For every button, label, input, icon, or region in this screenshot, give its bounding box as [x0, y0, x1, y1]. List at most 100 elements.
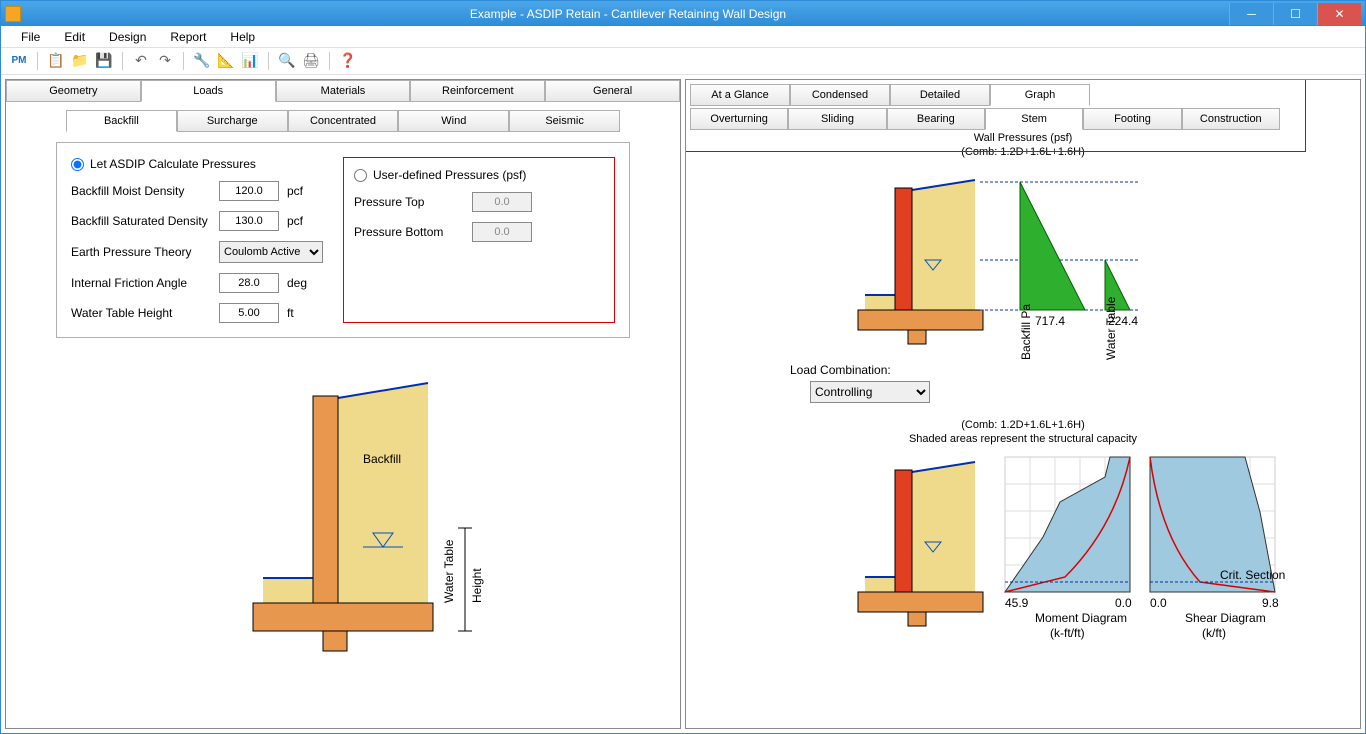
- wt-unit: ft: [287, 306, 294, 320]
- pbot-input: [472, 222, 532, 242]
- window-title: Example - ASDIP Retain - Cantilever Reta…: [27, 7, 1229, 21]
- svg-text:(k/ft): (k/ft): [1202, 626, 1226, 640]
- undo-icon[interactable]: ↶: [131, 51, 151, 71]
- sat-label: Backfill Saturated Density: [71, 214, 211, 228]
- svg-text:Shear Diagram: Shear Diagram: [1185, 611, 1266, 625]
- menu-help[interactable]: Help: [220, 28, 265, 46]
- tool2-icon[interactable]: 📐: [216, 51, 236, 71]
- svg-text:9.8: 9.8: [1262, 596, 1279, 610]
- redo-icon[interactable]: ↷: [155, 51, 175, 71]
- radio-user-defined[interactable]: User-defined Pressures (psf): [354, 168, 604, 182]
- backfill-panel: Let ASDIP Calculate Pressures Backfill M…: [56, 142, 630, 338]
- tab-glance[interactable]: At a Glance: [690, 84, 790, 106]
- svg-text:Crit. Section: Crit. Section: [1220, 568, 1285, 582]
- tab-loads[interactable]: Loads: [141, 80, 276, 102]
- help-icon[interactable]: ❓: [338, 51, 358, 71]
- comb2-label: (Comb: 1.2D+1.6L+1.6H): [690, 419, 1356, 431]
- menu-file[interactable]: File: [11, 28, 50, 46]
- fric-input[interactable]: [219, 273, 279, 293]
- app-icon: [5, 6, 21, 22]
- tab-bearing[interactable]: Bearing: [887, 108, 985, 130]
- print-icon[interactable]: 🖨: [301, 51, 321, 71]
- tab-general[interactable]: General: [545, 80, 680, 102]
- menu-bar: File Edit Design Report Help: [1, 26, 1365, 48]
- shaded-label: Shaded areas represent the structural ca…: [690, 433, 1356, 445]
- fric-label: Internal Friction Angle: [71, 276, 211, 290]
- moment-shear-graph: 45.9 0.0 Moment Diagram (k-ft/ft) Crit. …: [690, 447, 1310, 657]
- graph-comb: (Comb: 1.2D+1.6L+1.6H): [690, 146, 1356, 158]
- user-pressures-group: User-defined Pressures (psf) Pressure To…: [343, 157, 615, 323]
- radio-user-input[interactable]: [354, 169, 367, 182]
- ptop-input: [472, 192, 532, 212]
- svg-text:(k-ft/ft): (k-ft/ft): [1050, 626, 1085, 640]
- copy-icon[interactable]: 📋: [46, 51, 66, 71]
- fric-unit: deg: [287, 276, 307, 290]
- menu-report[interactable]: Report: [160, 28, 216, 46]
- title-bar: Example - ASDIP Retain - Cantilever Reta…: [1, 1, 1365, 26]
- subtab-seismic[interactable]: Seismic: [509, 110, 620, 132]
- svg-text:0.0: 0.0: [1115, 596, 1132, 610]
- loads-subtabs: Backfill Surcharge Concentrated Wind Sei…: [66, 110, 620, 132]
- tab-condensed[interactable]: Condensed: [790, 84, 890, 106]
- search-icon[interactable]: 🔍: [277, 51, 297, 71]
- pbot-label: Pressure Bottom: [354, 225, 464, 239]
- radio-asdip-calc[interactable]: Let ASDIP Calculate Pressures: [71, 157, 323, 171]
- tool3-icon[interactable]: 📊: [240, 51, 260, 71]
- tab-geometry[interactable]: Geometry: [6, 80, 141, 102]
- right-sub-tabs: Overturning Sliding Bearing Stem Footing…: [690, 108, 1280, 130]
- radio-asdip-input[interactable]: [71, 158, 84, 171]
- theory-label: Earth Pressure Theory: [71, 245, 211, 259]
- tab-construction[interactable]: Construction: [1182, 108, 1280, 130]
- subtab-backfill[interactable]: Backfill: [66, 110, 177, 132]
- tab-materials[interactable]: Materials: [276, 80, 411, 102]
- load-combo-select[interactable]: Controlling: [810, 381, 930, 403]
- svg-text:Moment Diagram: Moment Diagram: [1035, 611, 1127, 625]
- menu-edit[interactable]: Edit: [54, 28, 95, 46]
- svg-text:Water Table: Water Table: [1104, 296, 1118, 360]
- subtab-wind[interactable]: Wind: [398, 110, 509, 132]
- app-window: Example - ASDIP Retain - Cantilever Reta…: [0, 0, 1366, 734]
- wt-input[interactable]: [219, 303, 279, 323]
- load-combo-label: Load Combination:: [790, 363, 891, 377]
- theory-select[interactable]: Coulomb Active: [219, 241, 323, 263]
- pm-icon[interactable]: PM: [9, 51, 29, 71]
- right-pane: At a Glance Condensed Detailed Graph Ove…: [685, 79, 1361, 729]
- left-tabs: Geometry Loads Materials Reinforcement G…: [6, 80, 680, 102]
- sat-input[interactable]: [219, 211, 279, 231]
- right-top-tabs: At a Glance Condensed Detailed Graph: [690, 84, 1090, 106]
- menu-design[interactable]: Design: [99, 28, 156, 46]
- tool1-icon[interactable]: 🔧: [192, 51, 212, 71]
- svg-text:Height: Height: [470, 568, 484, 603]
- left-pane: Geometry Loads Materials Reinforcement G…: [5, 79, 681, 729]
- svg-text:717.4: 717.4: [1035, 314, 1065, 328]
- tab-graph[interactable]: Graph: [990, 84, 1090, 106]
- tab-stem[interactable]: Stem: [985, 108, 1083, 130]
- radio-asdip-label: Let ASDIP Calculate Pressures: [90, 157, 256, 171]
- tab-detailed[interactable]: Detailed: [890, 84, 990, 106]
- tab-overturning[interactable]: Overturning: [690, 108, 788, 130]
- subtab-concentrated[interactable]: Concentrated: [288, 110, 399, 132]
- maximize-button[interactable]: ☐: [1273, 3, 1317, 25]
- close-button[interactable]: ✕: [1317, 3, 1361, 25]
- sat-unit: pcf: [287, 214, 303, 228]
- paste-icon[interactable]: 📁: [70, 51, 90, 71]
- tab-reinforcement[interactable]: Reinforcement: [410, 80, 545, 102]
- ptop-label: Pressure Top: [354, 195, 464, 209]
- subtab-surcharge[interactable]: Surcharge: [177, 110, 288, 132]
- moist-input[interactable]: [219, 181, 279, 201]
- tab-sliding[interactable]: Sliding: [788, 108, 886, 130]
- backfill-text: Backfill: [363, 452, 401, 466]
- minimize-button[interactable]: ─: [1229, 3, 1273, 25]
- toolbar: PM 📋 📁 💾 ↶ ↷ 🔧 📐 📊 🔍 🖨 ❓: [1, 48, 1365, 75]
- moist-label: Backfill Moist Density: [71, 184, 211, 198]
- svg-text:Backfill Pa: Backfill Pa: [1019, 304, 1033, 360]
- wall-diagram: Water Table Height Backfill: [6, 348, 680, 728]
- wt-label: Water Table Height: [71, 306, 211, 320]
- save-icon[interactable]: 💾: [94, 51, 114, 71]
- pressure-graph: 717.4 224.4 Backfill Pa Water Table: [690, 160, 1310, 360]
- moist-unit: pcf: [287, 184, 303, 198]
- svg-text:0.0: 0.0: [1150, 596, 1167, 610]
- svg-text:Water Table: Water Table: [442, 539, 456, 603]
- tab-footing[interactable]: Footing: [1083, 108, 1181, 130]
- svg-text:45.9: 45.9: [1005, 596, 1029, 610]
